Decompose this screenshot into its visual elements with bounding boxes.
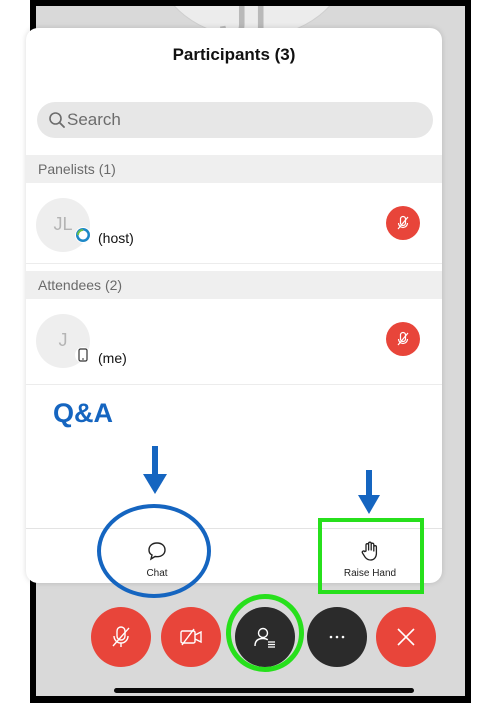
mute-mic-button[interactable] xyxy=(91,607,151,667)
leave-meeting-button[interactable] xyxy=(376,607,436,667)
more-options-button[interactable] xyxy=(307,607,367,667)
close-icon xyxy=(397,628,415,646)
mic-off-icon xyxy=(397,331,409,346)
video-off-icon xyxy=(180,628,202,646)
avatar: JL xyxy=(36,198,90,252)
section-header-panelists: Panelists (1) xyxy=(26,155,442,183)
qa-annotation-label: Q&A xyxy=(53,398,113,428)
mic-off-icon xyxy=(397,215,409,230)
raise-hand-highlight-box xyxy=(318,518,424,594)
participant-role: (host) xyxy=(98,230,134,246)
mobile-device-icon xyxy=(75,347,91,363)
muted-mic-button[interactable] xyxy=(386,206,420,240)
participant-row-me[interactable]: J (me) xyxy=(26,299,442,385)
participant-row-host[interactable]: JL (host) xyxy=(26,183,442,264)
chat-highlight-ring xyxy=(97,504,211,598)
arrow-down-icon xyxy=(358,470,380,514)
muted-mic-button[interactable] xyxy=(386,322,420,356)
mic-off-icon xyxy=(112,626,130,647)
webex-status-icon xyxy=(75,227,91,243)
section-header-attendees: Attendees (2) xyxy=(26,271,442,299)
participants-highlight-ring xyxy=(226,594,304,672)
panel-title: Participants (3) xyxy=(172,45,296,64)
search-input[interactable] xyxy=(67,102,407,138)
arrow-down-icon xyxy=(143,446,167,494)
stop-video-button[interactable] xyxy=(161,607,221,667)
search-icon xyxy=(49,112,65,128)
participant-role: (me) xyxy=(98,350,127,366)
more-dots-icon xyxy=(329,635,345,639)
home-indicator xyxy=(114,688,414,693)
search-bar[interactable] xyxy=(37,102,433,138)
